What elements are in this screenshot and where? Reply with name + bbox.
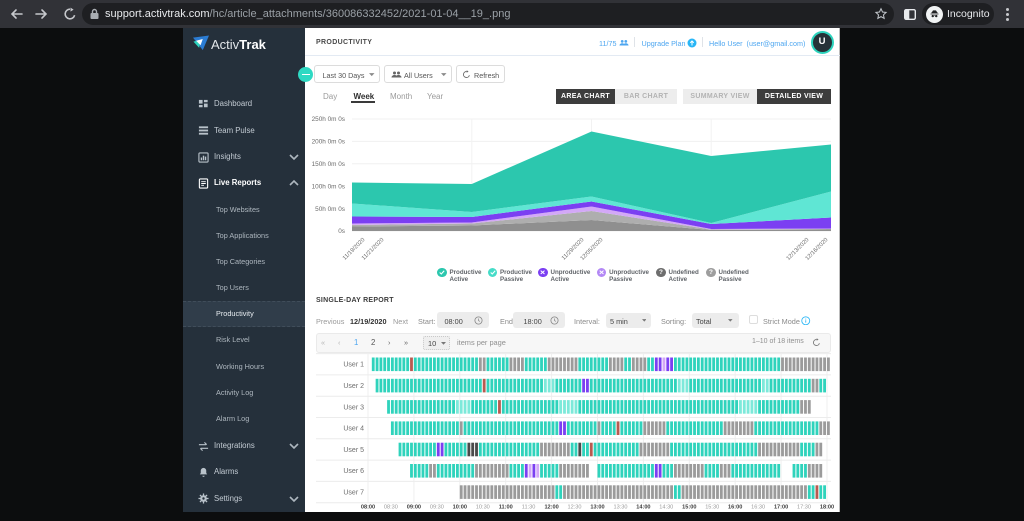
svg-text:17:30: 17:30 xyxy=(797,505,811,511)
svg-text:10:30: 10:30 xyxy=(476,505,490,511)
svg-text:15:00: 15:00 xyxy=(682,505,696,511)
svg-text:User 1: User 1 xyxy=(343,362,364,369)
svg-text:14:30: 14:30 xyxy=(659,505,673,511)
svg-text:150h 0m 0s: 150h 0m 0s xyxy=(312,161,345,168)
svg-text:09:30: 09:30 xyxy=(430,505,444,511)
svg-text:15:30: 15:30 xyxy=(705,505,719,511)
svg-text:12:00: 12:00 xyxy=(544,505,558,511)
svg-text:50h 0m 0s: 50h 0m 0s xyxy=(315,206,345,213)
svg-text:18:00: 18:00 xyxy=(820,505,834,511)
svg-text:13:30: 13:30 xyxy=(614,505,628,511)
svg-text:08:00: 08:00 xyxy=(361,505,375,511)
svg-text:User 6: User 6 xyxy=(343,468,364,475)
svg-text:250h 0m 0s: 250h 0m 0s xyxy=(312,116,345,123)
svg-text:0s: 0s xyxy=(338,228,345,235)
svg-text:11:30: 11:30 xyxy=(522,505,536,511)
svg-text:200h 0m 0s: 200h 0m 0s xyxy=(312,139,345,146)
svg-text:User 4: User 4 xyxy=(343,426,364,433)
svg-text:11:00: 11:00 xyxy=(499,505,513,511)
svg-text:13:00: 13:00 xyxy=(590,505,604,511)
svg-text:100h 0m 0s: 100h 0m 0s xyxy=(312,183,345,190)
svg-text:User 5: User 5 xyxy=(343,447,364,454)
svg-text:User 2: User 2 xyxy=(343,383,364,390)
svg-text:10:00: 10:00 xyxy=(453,505,467,511)
svg-text:16:00: 16:00 xyxy=(728,505,742,511)
svg-text:16:30: 16:30 xyxy=(751,505,765,511)
svg-text:User 3: User 3 xyxy=(343,404,364,411)
svg-text:09:00: 09:00 xyxy=(407,505,421,511)
svg-text:User 7: User 7 xyxy=(343,490,364,497)
svg-text:17:00: 17:00 xyxy=(774,505,788,511)
svg-text:12:30: 12:30 xyxy=(568,505,582,511)
svg-text:08:30: 08:30 xyxy=(384,505,398,511)
svg-text:14:00: 14:00 xyxy=(636,505,650,511)
